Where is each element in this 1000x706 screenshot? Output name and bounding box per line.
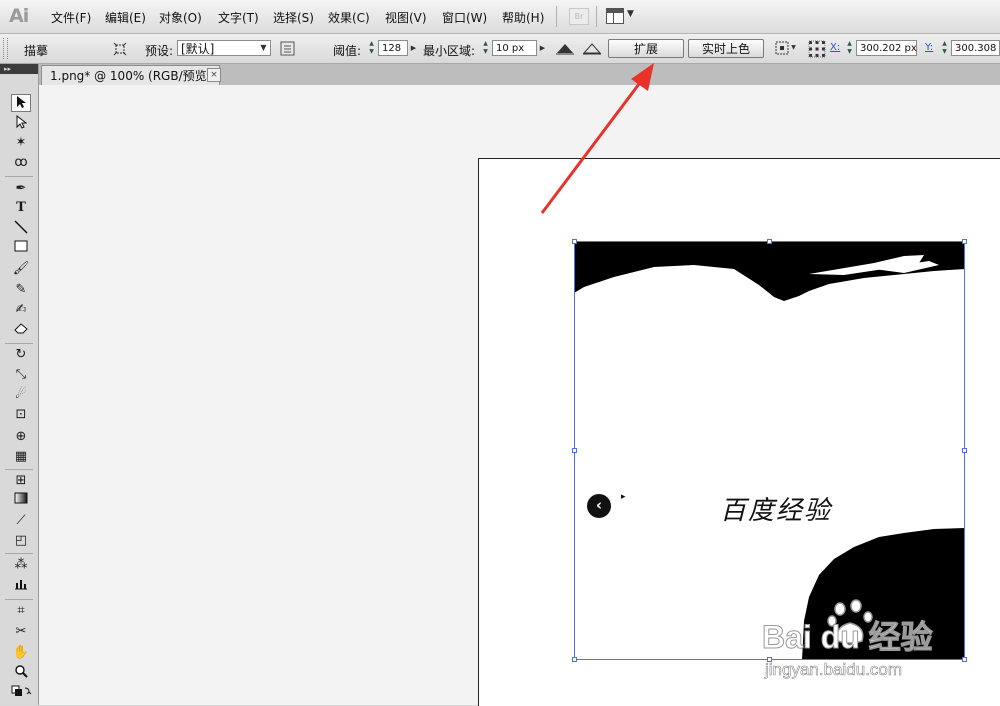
document-tab-title: 1.png* @ 100% (RGB/预览) xyxy=(50,69,212,83)
perspective-grid-tool-icon[interactable]: ▦ xyxy=(11,448,31,466)
close-icon[interactable]: × xyxy=(207,68,221,82)
min-area-menu-arrow-icon[interactable]: ▶ xyxy=(538,40,547,56)
resize-handle-nw[interactable] xyxy=(572,239,577,244)
resize-handle-ne[interactable] xyxy=(962,239,967,244)
menu-view[interactable]: 视图(V) xyxy=(385,9,427,26)
resize-handle-n[interactable] xyxy=(767,239,772,244)
lasso-tool-icon[interactable]: ꝏ xyxy=(11,154,31,172)
magic-wand-tool-icon[interactable]: ✶ xyxy=(11,134,31,152)
bridge-button[interactable]: Br xyxy=(569,8,589,25)
min-area-stepper-icon[interactable]: ▲ ▼ xyxy=(481,40,490,56)
tool-separator xyxy=(5,599,33,600)
chevron-down-icon[interactable]: ▼ xyxy=(789,40,798,56)
menu-file[interactable]: 文件(F) xyxy=(51,9,91,26)
menu-help[interactable]: 帮助(H) xyxy=(502,9,544,26)
zoom-tool-icon[interactable] xyxy=(11,664,31,682)
preset-label: 预设: xyxy=(145,44,174,58)
y-position-value: 300.308 px xyxy=(955,43,999,54)
threshold-value: 128 xyxy=(382,43,402,54)
fill-stroke-swatch-icon[interactable] xyxy=(11,685,32,703)
threshold-stepper-icon[interactable]: ▲ ▼ xyxy=(367,40,376,56)
panel-grip-handle[interactable] xyxy=(3,38,8,59)
line-tool-icon[interactable] xyxy=(11,220,31,238)
trace-mode-label: 描摹 xyxy=(24,44,49,58)
chevron-down-icon[interactable]: ▼ xyxy=(259,40,268,56)
resize-handle-se[interactable] xyxy=(962,657,967,662)
threshold-label: 阈值: xyxy=(333,44,362,58)
vector-preview-icon[interactable] xyxy=(583,41,601,56)
selection-bounding-box[interactable] xyxy=(572,239,967,662)
app-logo: Ai xyxy=(9,5,29,27)
menu-separator xyxy=(596,6,597,27)
hand-tool-icon[interactable]: ✋ xyxy=(11,644,31,662)
menu-edit[interactable]: 编辑(E) xyxy=(105,9,146,26)
direct-selection-tool-icon[interactable] xyxy=(11,114,31,133)
threshold-menu-arrow-icon[interactable]: ▶ xyxy=(409,40,418,56)
menu-effect[interactable]: 效果(C) xyxy=(328,9,370,26)
tool-separator xyxy=(5,343,33,344)
column-graph-tool-icon[interactable] xyxy=(11,578,31,596)
live-paint-button[interactable]: 实时上色 xyxy=(688,39,764,58)
tracing-presets-icon[interactable] xyxy=(280,41,295,56)
scale-tool-icon[interactable]: ⤡ xyxy=(11,366,31,384)
raster-preview-icon[interactable] xyxy=(556,41,574,56)
tool-separator xyxy=(5,553,33,554)
eraser-tool-icon[interactable] xyxy=(11,322,31,340)
align-selection-icon[interactable] xyxy=(775,41,789,55)
y-position-label: Y: xyxy=(925,42,934,53)
menu-select[interactable]: 选择(S) xyxy=(273,9,314,26)
chevron-down-icon[interactable]: ▼ xyxy=(627,9,634,19)
tracing-options-icon[interactable] xyxy=(113,42,127,56)
x-position-input[interactable]: 300.202 px xyxy=(856,40,917,56)
mesh-tool-icon[interactable]: ⊞ xyxy=(11,472,31,490)
rotate-tool-icon[interactable]: ↻ xyxy=(11,346,31,364)
y-position-input[interactable]: 300.308 px xyxy=(951,40,1000,56)
menu-separator xyxy=(556,6,557,27)
x-position-value: 300.202 px xyxy=(860,43,917,54)
slice-tool-icon[interactable]: ✂ xyxy=(11,623,31,641)
y-stepper-icon[interactable]: ▲ ▼ xyxy=(940,40,949,56)
preset-select[interactable]: [默认] xyxy=(177,40,271,56)
tool-separator xyxy=(5,176,33,177)
min-area-value: 10 px xyxy=(496,43,525,54)
blob-brush-tool-icon[interactable]: ✍ xyxy=(11,301,31,319)
rectangle-tool-icon[interactable] xyxy=(11,240,31,258)
min-area-input[interactable]: 10 px xyxy=(492,40,537,56)
menu-bar xyxy=(0,0,1000,34)
symbol-sprayer-tool-icon[interactable]: ⁂ xyxy=(11,556,31,574)
x-stepper-icon[interactable]: ▲ ▼ xyxy=(845,40,854,56)
threshold-input[interactable]: 128 xyxy=(378,40,408,56)
blend-tool-icon[interactable]: ◰ xyxy=(11,532,31,550)
gradient-tool-icon[interactable] xyxy=(11,492,31,510)
paintbrush-tool-icon[interactable]: 🖌 xyxy=(11,260,31,278)
eyedropper-tool-icon[interactable]: ⟋ xyxy=(11,512,31,530)
tool-separator xyxy=(5,469,33,470)
arrange-documents-icon[interactable] xyxy=(606,8,624,24)
annotation-arrow-icon xyxy=(540,63,654,214)
tools-panel-collapse-icon[interactable]: ▸▸ xyxy=(0,64,38,74)
x-position-label: X: xyxy=(830,42,841,53)
resize-handle-sw[interactable] xyxy=(572,657,577,662)
reference-point-icon[interactable] xyxy=(808,40,826,58)
warp-tool-icon[interactable]: ☄ xyxy=(11,386,31,404)
resize-handle-w[interactable] xyxy=(572,448,577,453)
artboard-tool-icon[interactable]: ⌗ xyxy=(11,602,31,620)
menu-type[interactable]: 文字(T) xyxy=(218,9,259,26)
menu-object[interactable]: 对象(O) xyxy=(159,9,202,26)
min-area-label: 最小区域: xyxy=(423,44,476,58)
menu-window[interactable]: 窗口(W) xyxy=(442,9,487,26)
type-tool-icon[interactable]: T xyxy=(11,199,31,217)
document-tab[interactable]: 1.png* @ 100% (RGB/预览) xyxy=(41,65,221,86)
watermark-brand: Bai du 经验 xyxy=(762,619,934,656)
pencil-tool-icon[interactable]: ✎ xyxy=(11,281,31,299)
selection-tool-icon[interactable] xyxy=(11,94,31,112)
resize-handle-e[interactable] xyxy=(962,448,967,453)
watermark-url: jingyan.baidu.com xyxy=(765,660,903,680)
preset-value: [默认] xyxy=(181,42,215,56)
pen-tool-icon[interactable]: ✒ xyxy=(11,180,31,198)
shape-builder-tool-icon[interactable]: ⊕ xyxy=(11,428,31,446)
expand-button[interactable]: 扩展 xyxy=(608,39,684,58)
free-transform-tool-icon[interactable]: ⊡ xyxy=(11,406,31,424)
